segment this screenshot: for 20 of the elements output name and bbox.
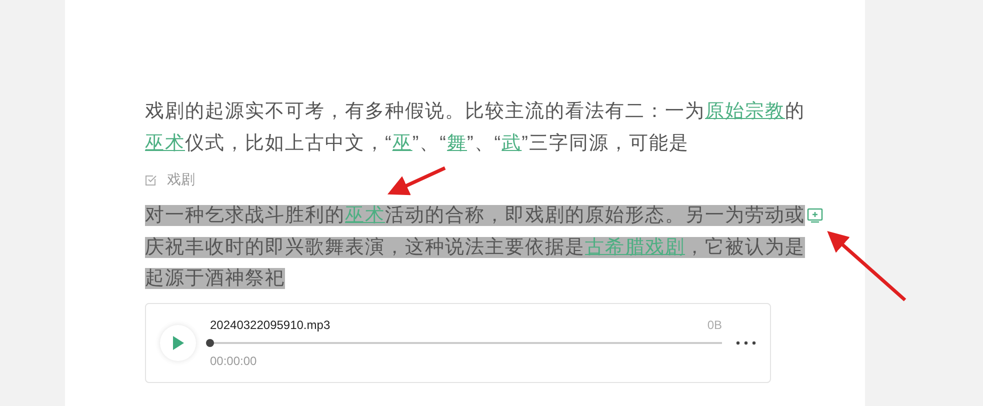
play-button[interactable] xyxy=(160,324,196,360)
link[interactable]: 巫术 xyxy=(145,132,185,154)
play-icon xyxy=(171,334,185,350)
paragraph: 戏剧的起源实不可考，有多种假说。比较主流的看法有二：一为原始宗教的 巫术仪式，比如上古中文，“巫”、“舞”、“武”三字同源，可能是 xyxy=(145,100,806,156)
more-button[interactable] xyxy=(736,340,756,344)
link[interactable]: 原始宗教 xyxy=(705,101,785,122)
link[interactable]: 武 xyxy=(502,132,522,154)
add-comment-button[interactable] xyxy=(807,208,823,223)
paragraph: 对一种乞求战斗胜利的巫术活动的合称，即戏剧的原始形态。另一为劳动或庆祝丰收时的即兴歌舞表演，这种说法主要依据是古希腊戏剧，它被认为是起源于酒神祭祀 xyxy=(145,204,806,291)
tag-label[interactable]: 戏剧 xyxy=(167,169,195,190)
time-label: 00:00:00 xyxy=(210,352,258,370)
arrow xyxy=(387,166,446,196)
file-size: 0B xyxy=(707,316,722,334)
link[interactable]: 巫 xyxy=(392,132,412,154)
checkbox-icon xyxy=(145,174,157,186)
more-icon xyxy=(736,340,756,344)
add-comment-icon xyxy=(807,208,823,223)
file-name: 20240322095910.mp3 xyxy=(210,316,330,334)
progress-thumb[interactable] xyxy=(206,338,214,346)
link[interactable]: 舞 xyxy=(446,132,467,154)
